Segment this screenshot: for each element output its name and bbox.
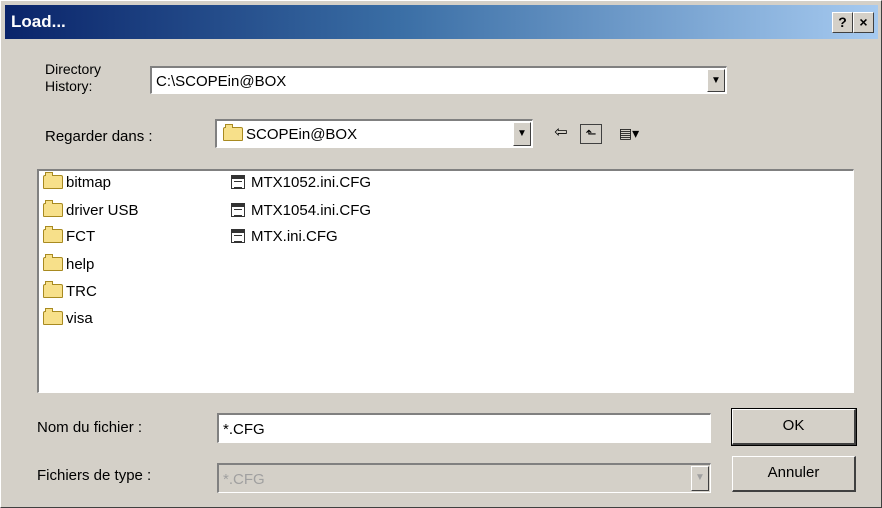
look-in-combo[interactable]: SCOPEin@BOX ▼ xyxy=(215,119,533,148)
history-combo[interactable]: C:\SCOPEin@BOX ▼ xyxy=(150,66,727,94)
window-title: Load... xyxy=(11,12,66,31)
config-file-icon xyxy=(231,175,245,189)
look-in-label: Regarder dans : xyxy=(45,128,153,145)
list-item-file[interactable]: MTX1054.ini.CFG xyxy=(231,201,371,221)
look-in-dropdown-button[interactable]: ▼ xyxy=(513,122,531,146)
list-item-folder[interactable]: TRC xyxy=(43,281,97,302)
ok-button[interactable]: OK xyxy=(731,408,857,446)
folder-icon xyxy=(43,226,63,243)
config-file-icon xyxy=(231,229,245,243)
history-value: C:\SCOPEin@BOX xyxy=(156,73,287,90)
list-item-folder[interactable]: bitmap xyxy=(43,172,111,193)
list-item-file[interactable]: MTX1052.ini.CFG xyxy=(231,173,371,193)
history-dropdown-button[interactable]: ▼ xyxy=(707,69,725,92)
folder-icon xyxy=(223,124,243,141)
filetype-label: Fichiers de type : xyxy=(37,467,152,484)
list-item-file[interactable]: MTX.ini.CFG xyxy=(231,227,338,247)
filetype-combo[interactable]: *.CFG ▼ xyxy=(217,463,711,493)
list-item-folder[interactable]: FCT xyxy=(43,226,95,247)
folder-icon xyxy=(43,254,63,271)
close-button[interactable]: × xyxy=(853,12,874,33)
folder-icon xyxy=(43,200,63,217)
config-file-icon xyxy=(231,203,245,217)
history-label-line1: Directory xyxy=(45,61,102,77)
list-item-folder[interactable]: driver USB xyxy=(43,200,139,221)
history-label-line2: History: xyxy=(45,78,93,94)
back-icon[interactable]: ⇦ xyxy=(549,122,573,144)
cancel-button[interactable]: Annuler xyxy=(732,456,856,492)
title-bar[interactable]: Load... ? × xyxy=(5,5,878,39)
folder-icon xyxy=(43,281,63,298)
file-list[interactable]: bitmap driver USB FCT help TRC visa MTX1… xyxy=(37,169,854,393)
look-in-value-wrap: SCOPEin@BOX xyxy=(223,124,358,143)
load-dialog: Load... ? × Directory History: C:\SCOPEi… xyxy=(0,0,882,508)
filetype-value: *.CFG xyxy=(223,471,265,488)
filetype-dropdown-button[interactable]: ▼ xyxy=(691,466,709,491)
filename-value: *.CFG xyxy=(223,421,265,438)
list-item-folder[interactable]: help xyxy=(43,254,94,275)
help-button[interactable]: ? xyxy=(832,12,853,33)
folder-icon xyxy=(43,172,63,189)
filename-input[interactable]: *.CFG xyxy=(217,413,711,443)
folder-icon xyxy=(43,308,63,325)
view-menu-icon[interactable]: ▤▾ xyxy=(611,122,647,144)
up-folder-icon[interactable]: ⬑ xyxy=(580,124,602,144)
filename-label: Nom du fichier : xyxy=(37,419,143,436)
history-label: Directory History: xyxy=(45,61,101,95)
look-in-value: SCOPEin@BOX xyxy=(246,126,358,143)
list-item-folder[interactable]: visa xyxy=(43,308,93,329)
